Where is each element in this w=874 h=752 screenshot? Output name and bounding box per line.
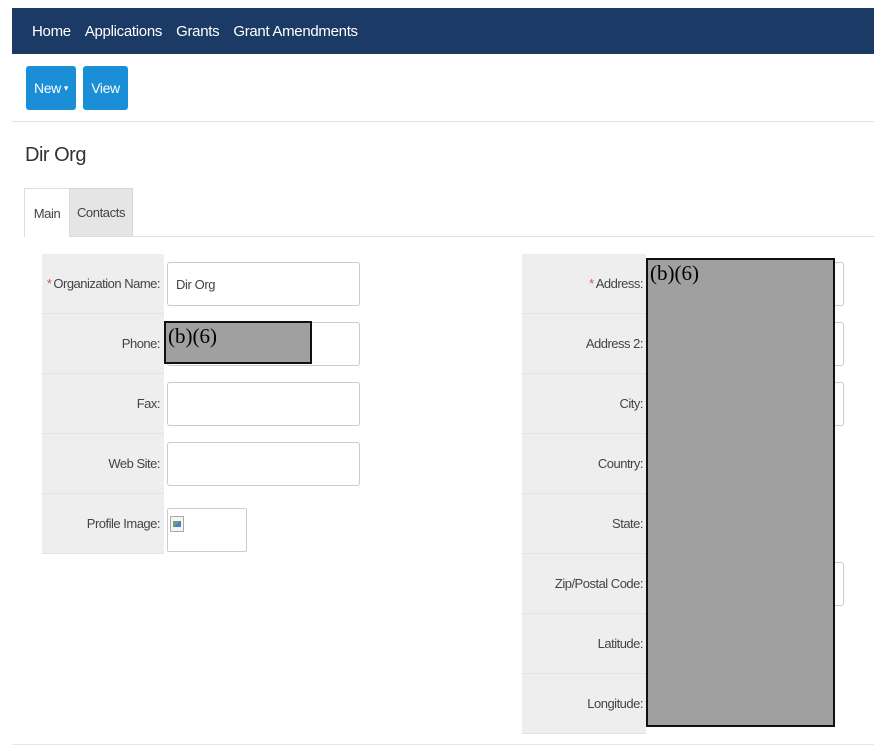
required-marker: * xyxy=(589,276,594,291)
fax-label: Fax: xyxy=(42,374,164,434)
required-marker: * xyxy=(46,276,52,291)
fax-input[interactable] xyxy=(167,382,360,426)
state-label: State: xyxy=(522,494,646,554)
nav-applications[interactable]: Applications xyxy=(85,23,163,40)
org-name-input[interactable]: Dir Org xyxy=(167,262,360,306)
toolbar: New ▾ View xyxy=(12,56,874,122)
right-label-column: * Address: Address 2: City: Country: Sta… xyxy=(522,254,646,734)
phone-redaction: (b)(6) xyxy=(164,321,312,364)
view-button[interactable]: View xyxy=(83,66,128,110)
broken-image-icon xyxy=(170,516,184,532)
org-name-label-text: Organization Name: xyxy=(53,276,160,291)
profile-image-label: Profile Image: xyxy=(42,494,164,554)
longitude-label: Longitude: xyxy=(522,674,646,734)
address-label-text: Address: xyxy=(595,276,644,291)
website-input[interactable] xyxy=(167,442,360,486)
website-label: Web Site: xyxy=(42,434,164,494)
new-button-label: New xyxy=(34,80,61,96)
address-label: * Address: xyxy=(522,254,646,314)
page-title: Dir Org xyxy=(25,144,86,166)
city-label: City: xyxy=(522,374,646,434)
address2-input[interactable] xyxy=(834,322,844,366)
latitude-label: Latitude: xyxy=(522,614,646,674)
phone-label: Phone: xyxy=(42,314,164,374)
address-redaction: (b)(6) xyxy=(646,258,835,727)
org-name-label: * Organization Name: xyxy=(42,254,164,314)
nav-home[interactable]: Home xyxy=(32,23,71,40)
new-button[interactable]: New ▾ xyxy=(26,66,76,110)
zip-input[interactable] xyxy=(834,562,844,606)
address-input[interactable] xyxy=(834,262,844,306)
tab-main[interactable]: Main xyxy=(24,188,70,237)
nav-grants[interactable]: Grants xyxy=(176,23,220,40)
top-navbar: Home Applications Grants Grant Amendment… xyxy=(12,8,874,54)
nav-grant-amendments[interactable]: Grant Amendments xyxy=(233,23,358,40)
footer-divider xyxy=(12,744,874,745)
caret-down-icon: ▾ xyxy=(63,82,69,93)
zip-label: Zip/Postal Code: xyxy=(522,554,646,614)
country-label: Country: xyxy=(522,434,646,494)
tab-divider xyxy=(70,236,874,237)
tab-contacts[interactable]: Contacts xyxy=(70,188,133,237)
city-input[interactable] xyxy=(834,382,844,426)
address2-label: Address 2: xyxy=(522,314,646,374)
left-label-column: * Organization Name: Phone: Fax: Web Sit… xyxy=(42,254,164,554)
tab-bar: Main Contacts xyxy=(24,188,133,237)
